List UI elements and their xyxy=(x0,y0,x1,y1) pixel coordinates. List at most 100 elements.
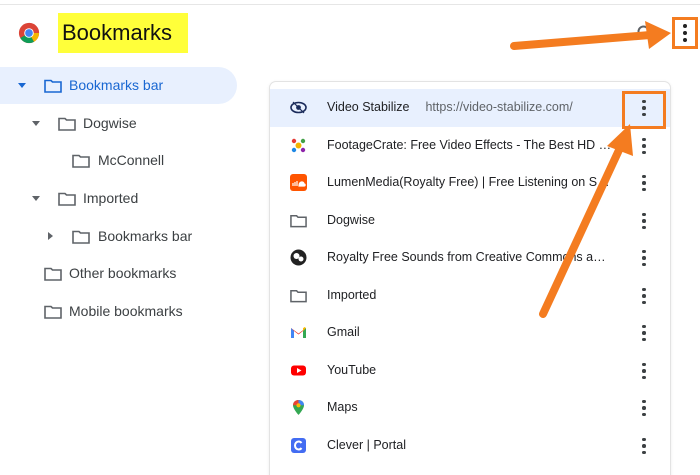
folder-icon xyxy=(44,267,62,281)
kebab-dot xyxy=(642,137,646,142)
folder-icon xyxy=(58,192,76,206)
kebab-dot xyxy=(642,112,646,117)
kebab-dot xyxy=(642,444,646,448)
kebab-dot xyxy=(642,331,646,335)
list-item[interactable]: LumenMedia(Royalty Free) | Free Listenin… xyxy=(270,164,670,202)
kebab-dot xyxy=(642,174,646,179)
chrome-logo-icon xyxy=(18,22,40,44)
maps-icon xyxy=(293,400,304,415)
kebab-dot xyxy=(642,106,646,110)
sidebar-item-label: Mobile bookmarks xyxy=(69,303,183,319)
bookmark-title: Royalty Free Sounds from Creative Common… xyxy=(327,250,612,264)
sidebar-item-label: Other bookmarks xyxy=(69,265,177,281)
list-item[interactable]: FootageCrate: Free Video Effects - The B… xyxy=(270,127,670,165)
sidebar-item-label: Imported xyxy=(83,190,139,206)
folder-icon xyxy=(44,79,62,93)
more-actions-button[interactable] xyxy=(638,361,650,381)
kebab-dot xyxy=(642,287,646,292)
kebab-dot xyxy=(642,219,646,223)
list-item[interactable]: Gmail xyxy=(270,314,670,352)
list-item[interactable]: Maps xyxy=(270,389,670,427)
more-actions-button[interactable] xyxy=(638,98,650,118)
more-actions-button[interactable] xyxy=(638,323,650,343)
kebab-dot xyxy=(683,31,687,35)
kebab-dot xyxy=(642,369,646,373)
bookmark-title: Imported xyxy=(327,288,377,302)
kebab-dot xyxy=(642,256,646,260)
bookmark-title: Maps xyxy=(327,400,358,414)
collapse-caret-icon[interactable] xyxy=(32,196,40,201)
kebab-dot xyxy=(642,187,646,192)
kebab-dot xyxy=(642,406,646,410)
kebab-dot xyxy=(642,181,646,185)
bookmark-title: LumenMedia(Royalty Free) | Free Listenin… xyxy=(327,175,612,189)
organize-menu-button[interactable] xyxy=(672,17,698,49)
folder-icon xyxy=(290,215,307,228)
sidebar-item-dogwise[interactable]: Dogwise xyxy=(0,105,237,142)
top-divider xyxy=(0,4,700,5)
kebab-dot xyxy=(642,249,646,254)
more-actions-button[interactable] xyxy=(638,286,650,306)
sidebar-item-mcconnell[interactable]: McConnell xyxy=(0,142,237,179)
kebab-dot xyxy=(642,337,646,342)
more-actions-button[interactable] xyxy=(638,136,650,156)
kebab-dot xyxy=(642,150,646,155)
footagecrate-icon xyxy=(291,138,306,153)
list-item[interactable]: Clever | Portal xyxy=(270,427,670,465)
folder-icon xyxy=(72,154,90,168)
kebab-dot xyxy=(642,99,646,104)
bookmark-title: YouTube xyxy=(327,363,377,377)
collapse-caret-icon[interactable] xyxy=(18,83,26,88)
expand-caret-icon[interactable] xyxy=(48,232,53,240)
bookmark-title: Video Stabilize https://video-stabilize.c… xyxy=(327,100,573,114)
kebab-dot xyxy=(642,300,646,305)
bookmark-title: FootageCrate: Free Video Effects - The B… xyxy=(327,138,612,152)
video-stabilize-icon xyxy=(290,101,307,114)
bookmark-title: Gmail xyxy=(327,325,360,339)
gmail-icon xyxy=(291,327,306,338)
list-item[interactable]: YouTube xyxy=(270,352,670,390)
sidebar-item-imported[interactable]: Imported xyxy=(0,180,237,217)
list-item[interactable]: Dogwise xyxy=(270,202,670,240)
collapse-caret-icon[interactable] xyxy=(32,121,40,126)
kebab-dot xyxy=(642,294,646,298)
kebab-dot xyxy=(642,225,646,230)
folder-icon xyxy=(290,290,307,303)
more-actions-button[interactable] xyxy=(638,436,650,456)
folder-icon xyxy=(44,305,62,319)
sidebar-item-mobile-bookmarks[interactable]: Mobile bookmarks xyxy=(0,293,237,330)
bookmark-title: Clever | Portal xyxy=(327,438,406,452)
kebab-dot xyxy=(642,375,646,380)
more-actions-button[interactable] xyxy=(638,398,650,418)
search-icon[interactable] xyxy=(636,24,654,42)
kebab-dot xyxy=(683,24,687,28)
youtube-icon xyxy=(291,365,306,376)
list-item[interactable]: Royalty Free Sounds from Creative Common… xyxy=(270,239,670,277)
sidebar-item-other-bookmarks[interactable]: Other bookmarks xyxy=(0,255,237,292)
kebab-dot xyxy=(683,38,687,42)
kebab-dot xyxy=(642,412,646,417)
kebab-dot xyxy=(642,362,646,367)
sidebar-item-label: McConnell xyxy=(98,152,165,168)
page-title: Bookmarks xyxy=(62,20,173,45)
list-item[interactable]: Video Stabilize https://video-stabilize.c… xyxy=(270,89,670,129)
more-actions-button[interactable] xyxy=(638,248,650,268)
clever-icon xyxy=(291,438,306,453)
kebab-dot xyxy=(642,144,646,148)
bookmark-title: Dogwise xyxy=(327,213,375,227)
sidebar-item-label: Bookmarks bar xyxy=(98,228,193,244)
kebab-dot xyxy=(642,212,646,217)
kebab-dot xyxy=(642,450,646,455)
list-item[interactable]: Imported xyxy=(270,277,670,315)
ccmixter-icon xyxy=(290,249,307,266)
bookmark-list: Video Stabilize https://video-stabilize.c… xyxy=(270,82,670,475)
more-actions-button[interactable] xyxy=(638,211,650,231)
more-actions-button[interactable] xyxy=(638,173,650,193)
kebab-dot xyxy=(642,399,646,404)
sidebar-item-bookmarks-bar[interactable]: Bookmarks bar xyxy=(0,67,237,104)
sidebar-item-label: Dogwise xyxy=(83,115,137,131)
sidebar-item-imported-bookmarks-bar[interactable]: Bookmarks bar xyxy=(0,218,237,255)
kebab-dot xyxy=(642,262,646,267)
bookmark-url: https://video-stabilize.com/ xyxy=(425,100,573,114)
kebab-dot xyxy=(642,324,646,329)
